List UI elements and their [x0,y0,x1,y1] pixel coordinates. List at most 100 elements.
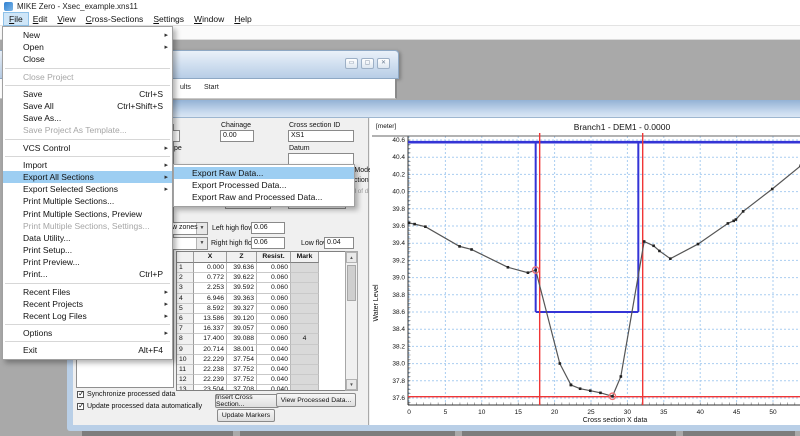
table-cell[interactable] [291,365,319,375]
table-cell[interactable]: 6 [177,314,194,324]
data-point-marker[interactable] [408,222,411,225]
update-auto-checkbox-row[interactable]: ✓ Update processed data automatically [77,403,202,410]
table-cell[interactable] [291,345,319,355]
menubar-item-window[interactable]: Window [189,13,229,25]
checkbox-checked-icon[interactable]: ✓ [77,403,84,410]
data-point-marker[interactable] [652,244,655,247]
chainage-field[interactable]: 0.00 [220,130,254,142]
menubar-item-cross-sections[interactable]: Cross-Sections [81,13,149,25]
table-cell[interactable]: 17.400 [194,334,227,344]
table-cell[interactable]: 13.586 [194,314,227,324]
table-cell[interactable]: 0.060 [257,314,291,324]
menubar-item-file[interactable]: File [4,13,28,25]
panel-divider[interactable] [368,118,369,425]
table-cell[interactable]: 0.040 [257,345,291,355]
data-point-marker[interactable] [771,188,774,191]
table-scrollbar[interactable]: ▲ ▼ [345,251,358,391]
restore-button-icon[interactable]: ▢ [361,58,374,69]
table-cell[interactable]: 0.040 [257,365,291,375]
table-cell[interactable]: 10 [177,355,194,365]
menu-item-save-as[interactable]: Save As... [3,112,172,124]
table-cell[interactable]: 39.363 [227,294,257,304]
document-window-titlebar[interactable] [67,100,800,118]
table-row[interactable]: 10.00039.6360.060 [177,263,357,273]
update-markers-button[interactable]: Update Markers [217,409,275,422]
table-cell[interactable]: 4 [291,334,319,344]
menu-item-print-preview[interactable]: Print Preview... [3,256,172,268]
table-row[interactable]: 716.33739.0570.060 [177,324,357,334]
table-cell[interactable]: 0.060 [257,334,291,344]
table-row[interactable]: 20.77239.6220.060 [177,273,357,283]
table-cell[interactable]: 39.636 [227,263,257,273]
table-cell[interactable]: 0.040 [257,375,291,385]
data-point-marker[interactable] [458,245,461,248]
table-cell[interactable] [291,375,319,385]
table-row[interactable]: 613.58639.1200.060 [177,314,357,324]
table-row[interactable]: 1222.23937.7520.040 [177,375,357,385]
menu-item-export-all-sections[interactable]: Export All Sections▸ [3,171,172,183]
table-cell[interactable]: 39.088 [227,334,257,344]
table-cell[interactable]: 3 [177,283,194,293]
table-cell[interactable]: 39.120 [227,314,257,324]
scrollbar-thumb[interactable] [347,265,356,301]
table-cell[interactable] [291,355,319,365]
table-cell[interactable]: 22.229 [194,355,227,365]
table-row[interactable]: 1323.50437.7080.040 [177,385,357,391]
table-cell[interactable]: 0.060 [257,263,291,273]
table-cell[interactable]: 37.708 [227,385,257,391]
table-cell[interactable]: 13 [177,385,194,391]
menu-item-print-multiple-sections[interactable]: Print Multiple Sections... [3,195,172,207]
menu-item-close[interactable]: Close [3,53,172,65]
table-row[interactable]: 1022.22937.7540.040 [177,355,357,365]
table-cell[interactable]: 39.622 [227,273,257,283]
table-cell[interactable]: 0.060 [257,324,291,334]
data-point-marker[interactable] [527,271,530,274]
scroll-down-icon[interactable]: ▼ [346,379,357,390]
data-point-marker[interactable] [589,389,592,392]
data-point-marker[interactable] [727,222,730,225]
menubar-item-help[interactable]: Help [229,13,256,25]
table-cell[interactable]: 5 [177,304,194,314]
table-cell[interactable] [291,314,319,324]
table-row[interactable]: 32.25339.5920.060 [177,283,357,293]
data-point-marker[interactable] [470,248,473,251]
menu-item-exit[interactable]: ExitAlt+F4 [3,344,172,356]
table-cell[interactable]: 39.327 [227,304,257,314]
table-cell[interactable]: 23.504 [194,385,227,391]
menu-item-print-setup[interactable]: Print Setup... [3,244,172,256]
table-cell[interactable]: 38.001 [227,345,257,355]
menu-item-recent-projects[interactable]: Recent Projects▸ [3,298,172,310]
data-point-marker[interactable] [735,218,738,221]
menu-item-options[interactable]: Options▸ [3,327,172,339]
data-point-marker[interactable] [669,257,672,260]
table-cell[interactable] [291,294,319,304]
table-cell[interactable]: 4 [177,294,194,304]
menu-item-import[interactable]: Import▸ [3,159,172,171]
menubar-item-edit[interactable]: Edit [28,13,53,25]
table-cell[interactable]: 0.040 [257,355,291,365]
data-point-marker[interactable] [507,266,510,269]
table-cell[interactable] [291,304,319,314]
data-point-marker[interactable] [424,225,427,228]
menubar-item-settings[interactable]: Settings [148,13,189,25]
table-cell[interactable]: 22.238 [194,365,227,375]
menu-item-recent-log-files[interactable]: Recent Log Files▸ [3,310,172,322]
tab-results-fragment[interactable]: ults [180,84,191,91]
menu-item-export-raw-data[interactable]: Export Raw Data... [174,167,354,179]
data-point-marker[interactable] [413,223,416,226]
menu-item-export-selected-sections[interactable]: Export Selected Sections▸ [3,183,172,195]
table-row[interactable]: 920.71438.0010.040 [177,345,357,355]
menu-item-export-raw-and-processed-data[interactable]: Export Raw and Processed Data... [174,191,354,203]
tab-start[interactable]: Start [204,84,219,91]
table-cell[interactable]: 39.592 [227,283,257,293]
table-row[interactable]: 58.59239.3270.060 [177,304,357,314]
table-cell[interactable]: 0.040 [257,385,291,391]
table-cell[interactable]: 37.752 [227,365,257,375]
minimize-button-icon[interactable]: ▭ [345,58,358,69]
table-cell[interactable]: 7 [177,324,194,334]
menu-item-save-all[interactable]: Save AllCtrl+Shift+S [3,100,172,112]
table-cell[interactable]: 6.946 [194,294,227,304]
data-point-marker[interactable] [658,250,661,253]
synchronize-checkbox-row[interactable]: ✓ Synchronize processed data [77,391,175,398]
table-cell[interactable]: 0.060 [257,294,291,304]
